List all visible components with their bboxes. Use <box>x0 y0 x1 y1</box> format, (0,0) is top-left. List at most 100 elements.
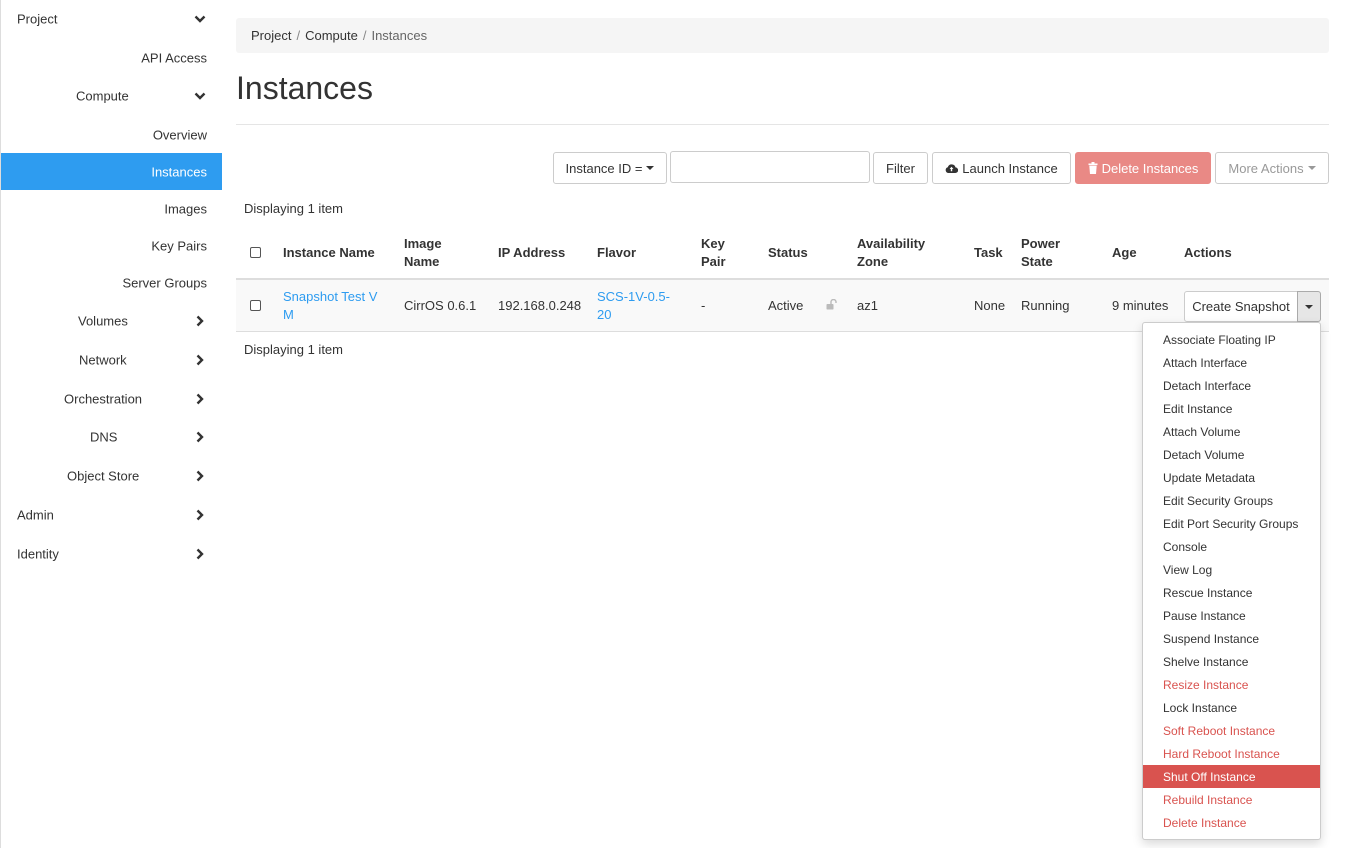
menu-item-rescue-instance[interactable]: Rescue Instance <box>1143 581 1320 604</box>
caret-down-icon <box>1305 304 1313 309</box>
instance-name-link[interactable]: Snapshot Test V M <box>283 288 377 324</box>
menu-item-associate-floating-ip[interactable]: Associate Floating IP <box>1143 328 1320 351</box>
sidebar-item-label: Project <box>17 11 58 26</box>
sidebar-item-dns[interactable]: DNS <box>1 418 222 455</box>
sidebar-item-images[interactable]: Images <box>1 190 222 227</box>
column-header-age[interactable]: Age <box>1112 244 1137 262</box>
sidebar-item-key-pairs[interactable]: Key Pairs <box>1 227 222 264</box>
chevron-right-icon <box>196 509 204 520</box>
menu-item-detach-volume[interactable]: Detach Volume <box>1143 443 1320 466</box>
cell-status: Active <box>768 298 804 313</box>
sidebar-item-identity[interactable]: Identity <box>1 535 222 572</box>
delete-instances-label: Delete Instances <box>1101 160 1199 176</box>
launch-instance-button[interactable]: Launch Instance <box>932 152 1071 184</box>
select-all-checkbox[interactable] <box>250 247 261 258</box>
cell-image-name: CirrOS 0.6.1 <box>404 298 477 313</box>
chevron-right-icon <box>196 431 204 442</box>
row-actions-dropdown-toggle[interactable] <box>1297 291 1321 322</box>
menu-item-edit-security-groups[interactable]: Edit Security Groups <box>1143 489 1320 512</box>
menu-item-resize-instance[interactable]: Resize Instance <box>1143 673 1320 696</box>
row-checkbox[interactable] <box>250 300 261 311</box>
sidebar-item-instances[interactable]: Instances <box>1 153 222 190</box>
row-actions-group: Create Snapshot <box>1184 291 1321 322</box>
create-snapshot-button[interactable]: Create Snapshot <box>1184 291 1298 322</box>
menu-item-edit-port-security-groups[interactable]: Edit Port Security Groups <box>1143 512 1320 535</box>
chevron-right-icon <box>196 354 204 365</box>
column-header-ip-address[interactable]: IP Address <box>498 244 565 262</box>
cell-line: SCS-1V-0.5- <box>597 289 670 304</box>
more-actions-label: More Actions <box>1228 160 1304 176</box>
breadcrumb-compute[interactable]: Compute <box>305 28 358 43</box>
sidebar-item-server-groups[interactable]: Server Groups <box>1 264 222 301</box>
more-actions-button[interactable]: More Actions <box>1215 152 1329 184</box>
chevron-down-icon <box>194 92 206 100</box>
sidebar-item-label: DNS <box>90 429 118 444</box>
sidebar-item-compute[interactable]: Compute <box>1 77 222 114</box>
breadcrumb-project[interactable]: Project <box>251 28 291 43</box>
sidebar-item-label: Compute <box>76 88 129 103</box>
column-header-actions: Actions <box>1184 245 1232 260</box>
menu-item-delete-instance[interactable]: Delete Instance <box>1143 811 1320 834</box>
column-header-image-name[interactable]: Image Name <box>404 235 442 271</box>
menu-item-view-log[interactable]: View Log <box>1143 558 1320 581</box>
trash-icon <box>1088 162 1098 174</box>
sidebar-item-label: Overview <box>152 127 207 142</box>
sidebar-item-label: Images <box>164 201 207 216</box>
row-actions-menu: Associate Floating IP Attach Interface D… <box>1142 322 1321 840</box>
sidebar-item-overview[interactable]: Overview <box>1 116 222 153</box>
column-header-flavor[interactable]: Flavor <box>597 244 636 262</box>
sidebar-item-label: Instances <box>151 164 207 179</box>
sidebar-item-object-store[interactable]: Object Store <box>1 457 222 494</box>
header-line: Pair <box>701 254 726 269</box>
column-header-status[interactable]: Status <box>768 244 808 262</box>
sidebar-item-admin[interactable]: Admin <box>1 496 222 533</box>
menu-item-attach-volume[interactable]: Attach Volume <box>1143 420 1320 443</box>
sidebar-item-label: Network <box>79 352 127 367</box>
unlock-icon[interactable] <box>826 299 837 310</box>
cell-task: None <box>974 298 1006 313</box>
sidebar-item-api-access[interactable]: API Access <box>1 39 222 76</box>
breadcrumb-separator: / <box>296 28 301 43</box>
menu-item-console[interactable]: Console <box>1143 535 1320 558</box>
header-line: Power <box>1021 236 1061 251</box>
header-line: State <box>1021 254 1053 269</box>
menu-item-attach-interface[interactable]: Attach Interface <box>1143 351 1320 374</box>
column-header-power-state[interactable]: Power State <box>1021 235 1060 271</box>
sidebar-item-network[interactable]: Network <box>1 341 222 378</box>
filter-button[interactable]: Filter <box>873 152 928 184</box>
header-line: Availability <box>857 236 926 251</box>
column-header-task[interactable]: Task <box>974 244 1003 262</box>
menu-item-shut-off-instance[interactable]: Shut Off Instance <box>1143 765 1320 788</box>
menu-item-edit-instance[interactable]: Edit Instance <box>1143 397 1320 420</box>
chevron-right-icon <box>196 315 204 326</box>
cell-key-pair: - <box>701 298 706 313</box>
menu-item-pause-instance[interactable]: Pause Instance <box>1143 604 1320 627</box>
caret-down-icon <box>1307 166 1316 170</box>
cell-line: 20 <box>597 307 612 322</box>
sidebar-item-volumes[interactable]: Volumes <box>1 302 222 339</box>
menu-item-hard-reboot-instance[interactable]: Hard Reboot Instance <box>1143 742 1320 765</box>
menu-item-update-metadata[interactable]: Update Metadata <box>1143 466 1320 489</box>
sidebar-item-project[interactable]: Project <box>1 0 222 37</box>
menu-item-lock-instance[interactable]: Lock Instance <box>1143 696 1320 719</box>
delete-instances-button[interactable]: Delete Instances <box>1075 152 1211 184</box>
column-header-key-pair[interactable]: Key Pair <box>701 235 726 271</box>
menu-item-detach-interface[interactable]: Detach Interface <box>1143 374 1320 397</box>
item-count-footer: Displaying 1 item <box>244 342 343 357</box>
column-header-availability-zone[interactable]: Availability Zone <box>857 235 925 271</box>
menu-item-rebuild-instance[interactable]: Rebuild Instance <box>1143 788 1320 811</box>
filter-field-dropdown[interactable]: Instance ID = <box>553 152 667 184</box>
chevron-right-icon <box>196 393 204 404</box>
menu-item-shelve-instance[interactable]: Shelve Instance <box>1143 650 1320 673</box>
menu-item-soft-reboot-instance[interactable]: Soft Reboot Instance <box>1143 719 1320 742</box>
column-header-instance-name[interactable]: Instance Name <box>283 244 375 262</box>
filter-input[interactable] <box>670 151 870 183</box>
header-line: Key <box>701 236 725 251</box>
cell-availability-zone: az1 <box>857 298 878 313</box>
chevron-down-icon <box>194 15 206 23</box>
sidebar-item-orchestration[interactable]: Orchestration <box>1 380 222 417</box>
cloud-upload-icon <box>945 163 959 173</box>
flavor-link[interactable]: SCS-1V-0.5- 20 <box>597 288 670 324</box>
menu-item-suspend-instance[interactable]: Suspend Instance <box>1143 627 1320 650</box>
launch-instance-label: Launch Instance <box>962 160 1058 176</box>
